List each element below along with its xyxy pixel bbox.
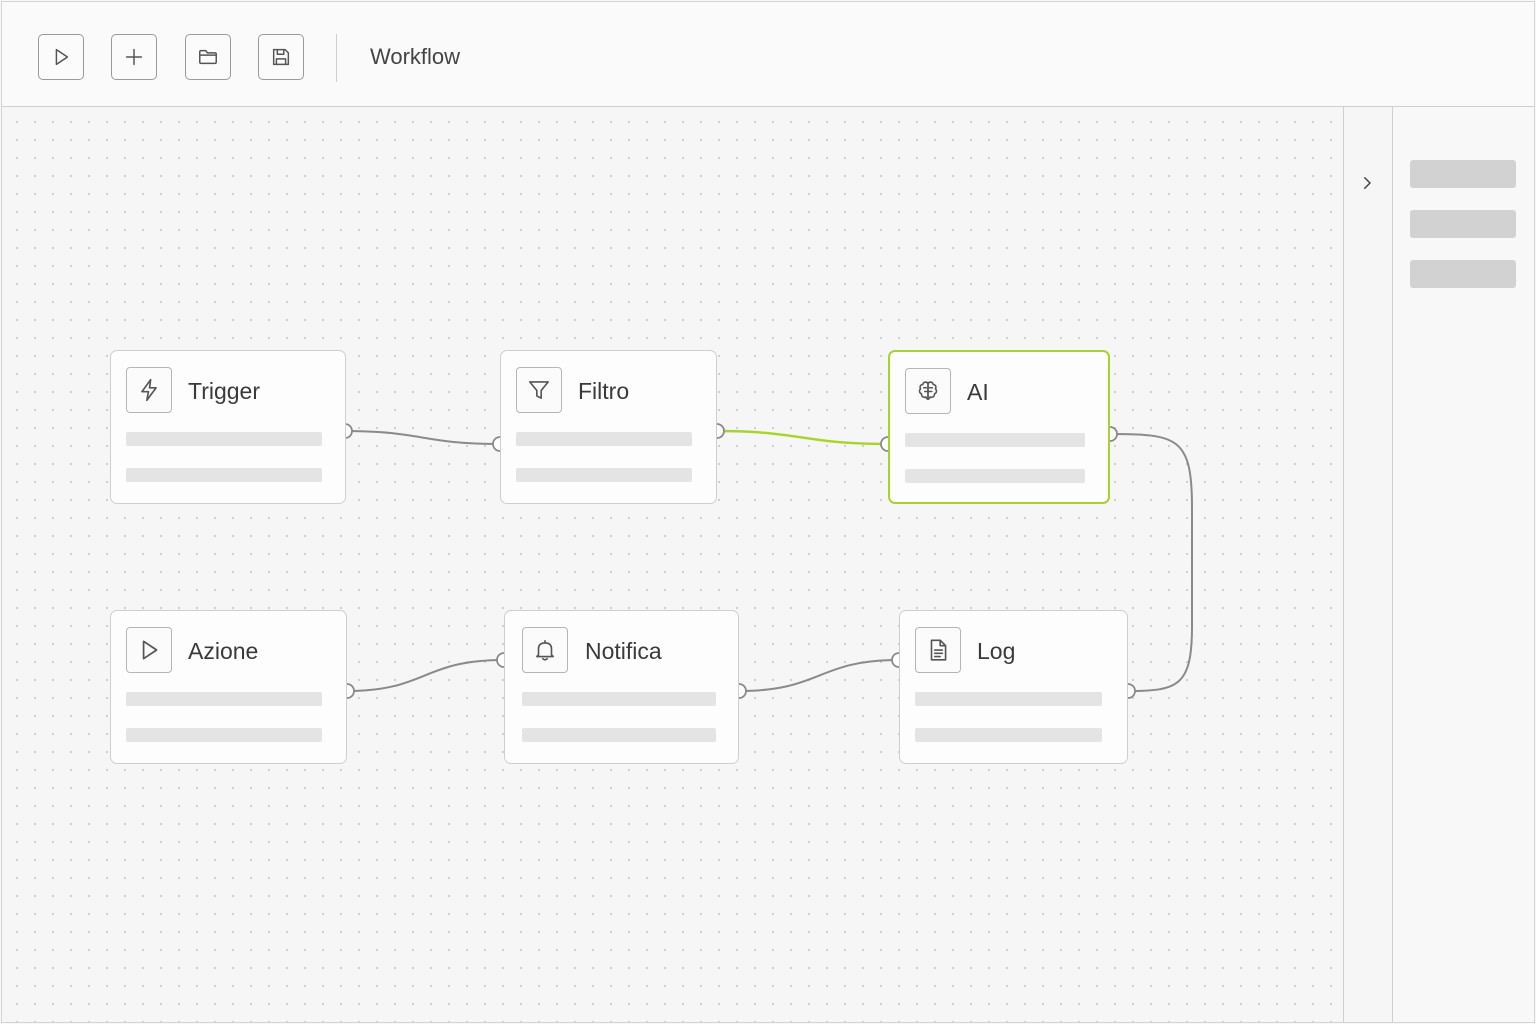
- node-icon-box: [905, 368, 951, 414]
- save-button[interactable]: [258, 34, 304, 80]
- node-label: Trigger: [188, 378, 260, 404]
- node-log[interactable]: Log: [899, 610, 1128, 764]
- node-label: Filtro: [578, 378, 630, 404]
- node-field-placeholder: [126, 432, 322, 446]
- node-field-placeholder: [905, 469, 1085, 483]
- workflow-title: Workflow: [370, 44, 461, 69]
- node-field-placeholder: [126, 468, 322, 482]
- node-field-placeholder: [915, 692, 1102, 706]
- node-field-placeholder: [126, 728, 322, 742]
- canvas-divider: [1343, 107, 1344, 1022]
- plus-icon: [125, 48, 143, 66]
- node-field-placeholder: [516, 468, 692, 482]
- open-button[interactable]: [185, 34, 231, 80]
- edge-trigger-filtro[interactable]: [344, 430, 501, 445]
- node-icon-box: [126, 367, 172, 413]
- folder-icon: [199, 49, 217, 65]
- run-button[interactable]: [38, 34, 84, 80]
- side-panel-placeholder: [1410, 160, 1516, 188]
- node-field-placeholder: [905, 433, 1085, 447]
- node-field-placeholder: [516, 432, 692, 446]
- side-panel-placeholder: [1410, 260, 1516, 288]
- node-label: Notifica: [585, 638, 662, 664]
- node-field-placeholder: [522, 692, 716, 706]
- workflow-canvas[interactable]: Trigger Filtro AI Azione Notifica Log: [2, 107, 1343, 1022]
- document-icon: [930, 639, 947, 661]
- node-azione[interactable]: Azione: [110, 610, 347, 764]
- play-icon: [55, 48, 69, 66]
- edge-notifica-log[interactable]: [738, 659, 900, 692]
- side-panel-toggle[interactable]: [1352, 168, 1382, 198]
- chevron-right-icon: [1364, 177, 1371, 189]
- node-label: Log: [977, 638, 1016, 664]
- node-field-placeholder: [522, 728, 716, 742]
- node-ai[interactable]: AI: [888, 350, 1110, 504]
- edge-azione-notifica[interactable]: [346, 659, 505, 692]
- edge-filtro-ai[interactable]: [716, 429, 889, 446]
- node-field-placeholder: [126, 692, 322, 706]
- node-filtro[interactable]: Filtro: [500, 350, 717, 504]
- connections-layer: [337, 423, 1193, 699]
- side-panel-placeholder: [1410, 210, 1516, 238]
- toolbar-separator: [336, 34, 337, 82]
- node-notifica[interactable]: Notifica: [504, 610, 739, 764]
- toolbar: Workflow: [2, 2, 1534, 107]
- node-trigger[interactable]: Trigger: [110, 350, 346, 504]
- filter-icon: [528, 381, 550, 399]
- side-panel: [1393, 107, 1534, 1022]
- node-label: Azione: [188, 638, 259, 664]
- play-icon: [142, 640, 158, 660]
- workflow-editor-window: Workflow Trigger Filtro AI Azione Notifi…: [1, 1, 1535, 1023]
- node-icon-box: [126, 627, 172, 673]
- save-icon: [272, 48, 290, 66]
- node-icon-box: [915, 627, 961, 673]
- node-label: AI: [967, 379, 989, 405]
- brain-icon: [918, 381, 938, 400]
- node-icon-box: [522, 627, 568, 673]
- lightning-icon: [141, 378, 157, 402]
- node-icon-box: [516, 367, 562, 413]
- bell-icon: [536, 639, 554, 661]
- add-node-button[interactable]: [111, 34, 157, 80]
- node-field-placeholder: [915, 728, 1102, 742]
